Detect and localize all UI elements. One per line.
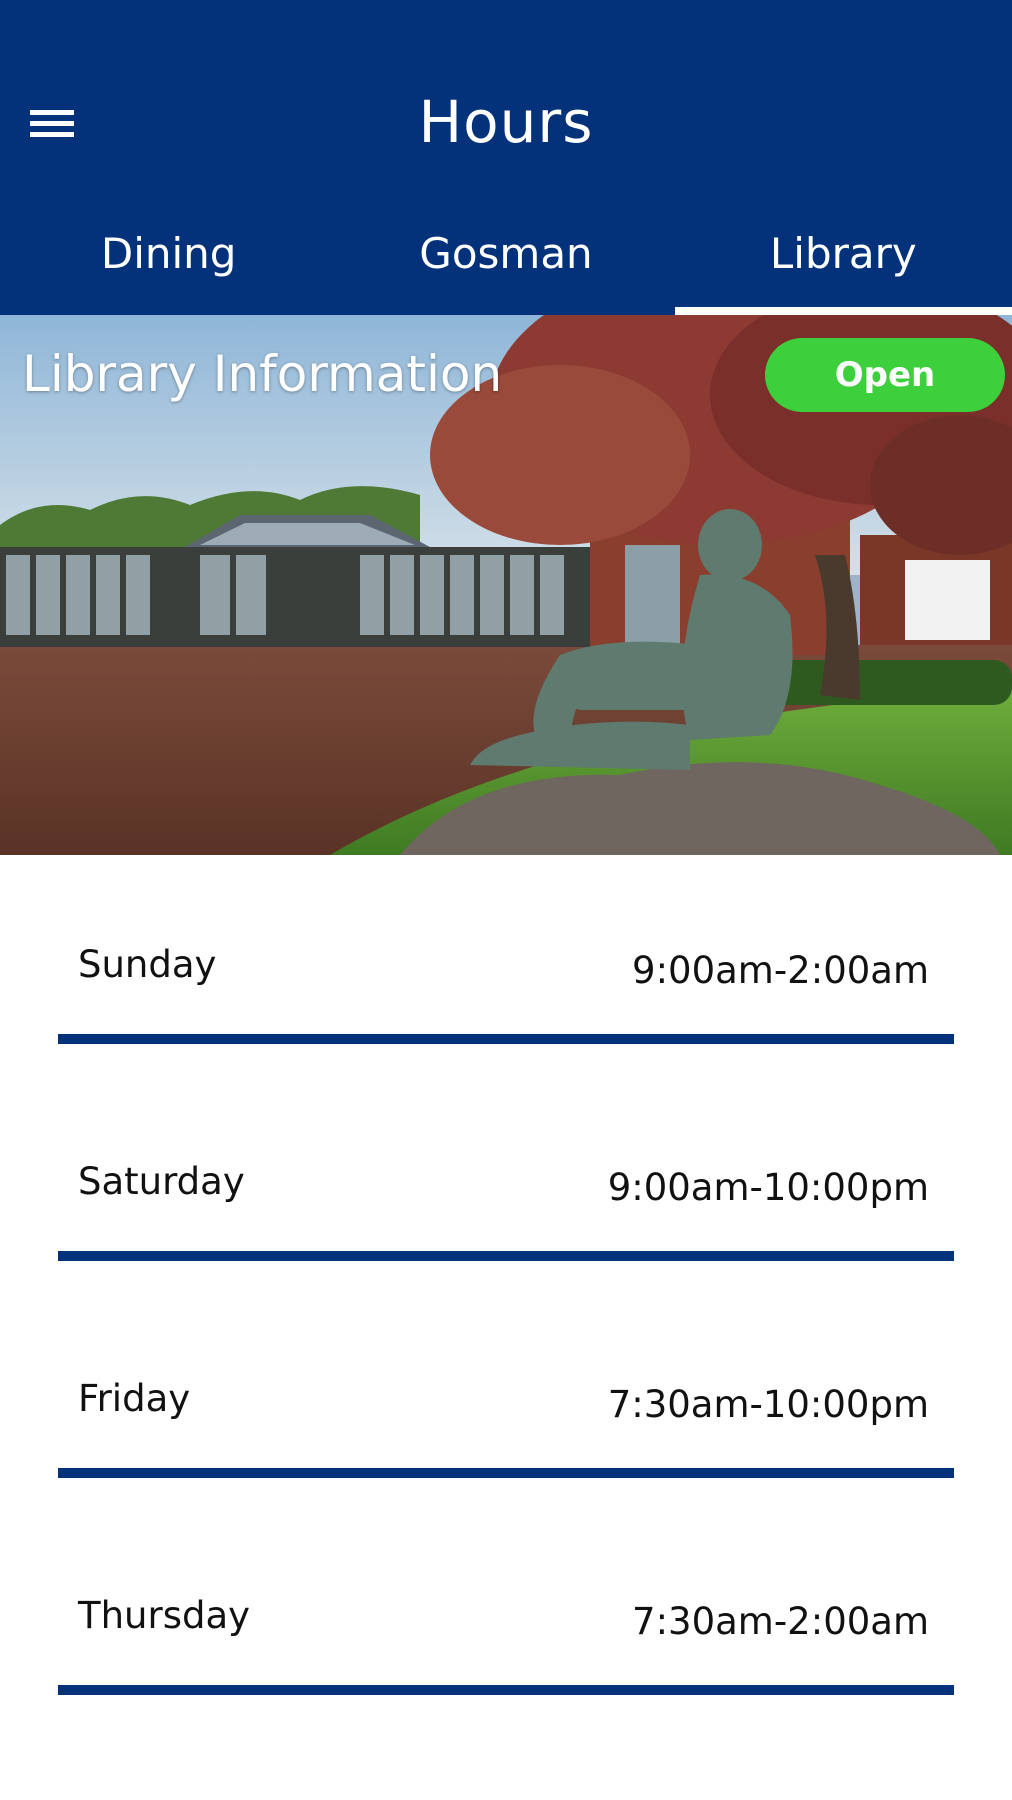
day-label: Thursday	[78, 1594, 251, 1637]
tab-bar: Dining Gosman Library	[0, 195, 1012, 315]
tab-dining[interactable]: Dining	[0, 195, 337, 315]
tab-library[interactable]: Library	[674, 195, 1012, 315]
library-information-title: Library Information	[22, 345, 503, 403]
open-status-badge: Open	[765, 338, 1005, 412]
day-label: Friday	[78, 1377, 191, 1420]
hours-value: 9:00am-2:00am	[632, 949, 929, 992]
row-divider	[58, 1034, 954, 1044]
hours-value: 7:30am-10:00pm	[607, 1383, 929, 1426]
hours-value: 7:30am-2:00am	[632, 1600, 929, 1643]
day-label: Sunday	[78, 943, 217, 986]
tab-gosman[interactable]: Gosman	[337, 195, 674, 315]
hours-row-thursday: Thursday 7:30am-2:00am	[0, 1506, 1012, 1723]
row-divider	[58, 1685, 954, 1695]
row-divider	[58, 1251, 954, 1261]
hours-row-sunday: Sunday 9:00am-2:00am	[0, 855, 1012, 1072]
day-label: Saturday	[78, 1160, 245, 1203]
app-bar: Hours	[0, 0, 1012, 195]
row-divider	[58, 1468, 954, 1478]
hours-value: 9:00am-10:00pm	[607, 1166, 929, 1209]
page-title: Hours	[418, 88, 594, 156]
hours-row-saturday: Saturday 9:00am-10:00pm	[0, 1072, 1012, 1289]
hours-row-friday: Friday 7:30am-10:00pm	[0, 1289, 1012, 1506]
library-hero-image: Library Information Open	[0, 315, 1012, 855]
app-screen: Hours Dining Gosman Library Library Info…	[0, 0, 1012, 1800]
hours-list: Sunday 9:00am-2:00am Saturday 9:00am-10:…	[0, 855, 1012, 1723]
